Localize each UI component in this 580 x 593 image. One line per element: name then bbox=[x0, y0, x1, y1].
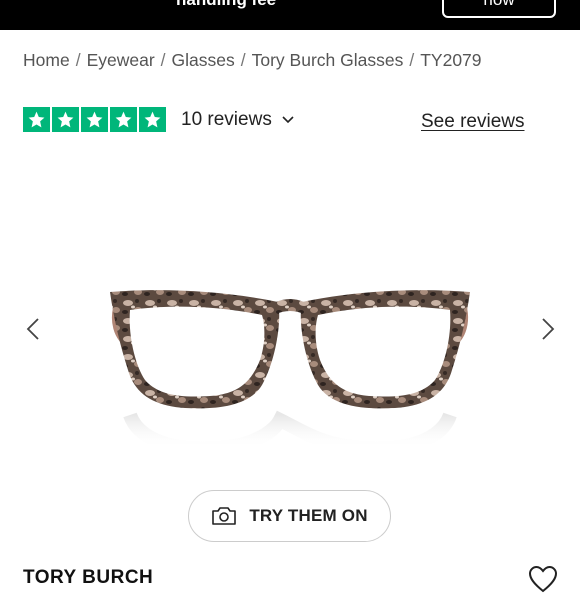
star-icon bbox=[81, 107, 108, 132]
star-icon bbox=[23, 107, 50, 132]
breadcrumb-tory-burch-glasses[interactable]: Tory Burch Glasses bbox=[252, 50, 404, 70]
product-image bbox=[110, 290, 470, 456]
star-rating[interactable] bbox=[23, 107, 166, 132]
chevron-right-icon[interactable] bbox=[535, 317, 559, 341]
breadcrumb-eyewear[interactable]: Eyewear bbox=[87, 50, 155, 70]
try-them-on-button[interactable]: TRY THEM ON bbox=[188, 490, 391, 542]
breadcrumb-separator: / bbox=[160, 50, 166, 70]
breadcrumb-separator: / bbox=[409, 50, 415, 70]
try-them-on-label: TRY THEM ON bbox=[249, 506, 368, 525]
promo-text: handling fee bbox=[176, 0, 276, 10]
breadcrumb-separator: / bbox=[75, 50, 81, 70]
breadcrumb: Home / Eyewear / Glasses / Tory Burch Glasses /… bbox=[23, 50, 482, 71]
breadcrumb-home[interactable]: Home bbox=[23, 50, 70, 70]
chevron-down-icon bbox=[282, 116, 294, 124]
reviews-count-label: 10 reviews bbox=[181, 109, 272, 130]
promo-banner: handling fee now bbox=[0, 0, 580, 30]
see-reviews-link[interactable]: See reviews bbox=[421, 111, 525, 133]
star-icon bbox=[139, 107, 166, 132]
star-icon bbox=[110, 107, 137, 132]
brand-name: TORY BURCH bbox=[23, 567, 154, 588]
chevron-left-icon[interactable] bbox=[22, 317, 46, 341]
breadcrumb-separator: / bbox=[240, 50, 246, 70]
breadcrumb-glasses[interactable]: Glasses bbox=[172, 50, 235, 70]
star-icon bbox=[52, 107, 79, 132]
heart-icon[interactable] bbox=[528, 565, 558, 593]
breadcrumb-current: TY2079 bbox=[420, 50, 482, 70]
promo-button[interactable]: now bbox=[442, 0, 556, 18]
camera-icon bbox=[212, 507, 237, 525]
reviews-dropdown[interactable]: 10 reviews bbox=[181, 109, 294, 131]
